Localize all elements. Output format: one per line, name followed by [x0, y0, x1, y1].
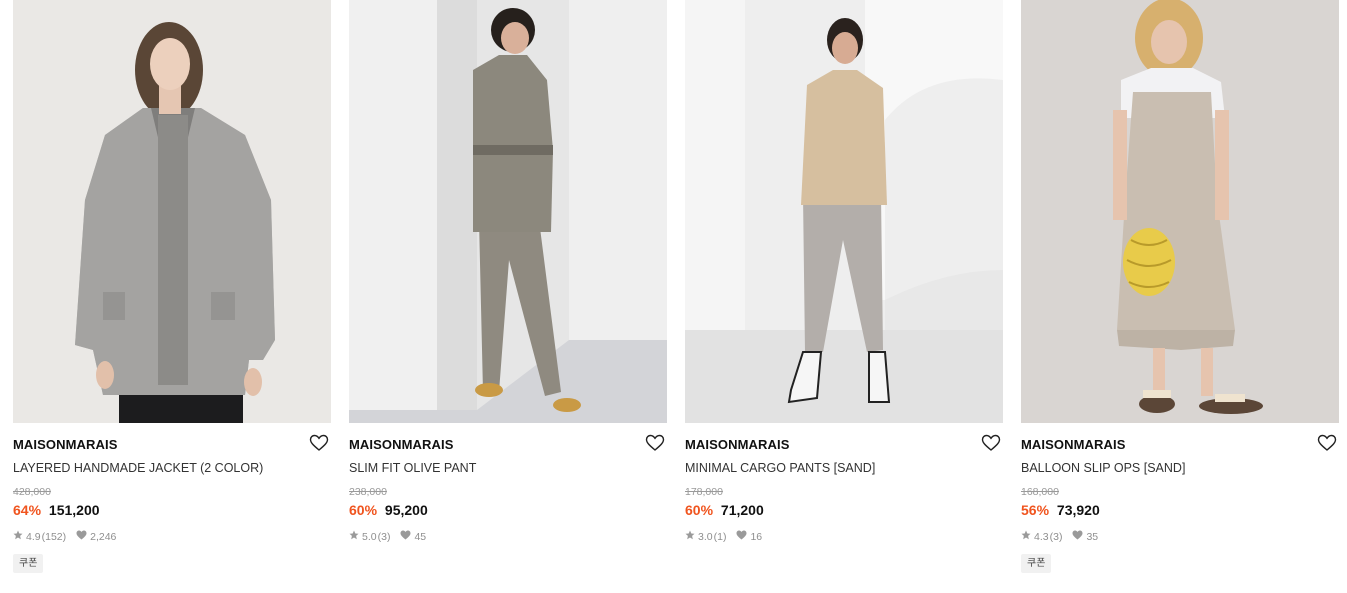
product-image[interactable]	[685, 0, 1003, 423]
brand-name[interactable]: MAISONMARAIS	[349, 437, 453, 452]
price-row: 56% 73,920	[1021, 502, 1100, 518]
price-row: 64% 151,200	[13, 502, 100, 518]
product-stats: 3.0 (1) 16	[685, 530, 762, 543]
product-stats: 5.0 (3) 45	[349, 530, 426, 543]
heart-filled-icon	[736, 530, 747, 543]
product-card[interactable]: MAISONMARAIS SLIM FIT OLIVE PANT 238,000…	[349, 0, 667, 593]
coupon-badge: 쿠폰	[13, 554, 44, 573]
sale-price: 71,200	[720, 502, 764, 518]
star-icon	[349, 530, 359, 543]
discount-rate: 56%	[1021, 502, 1050, 518]
heart-icon[interactable]	[309, 434, 329, 452]
original-price: 428,000	[13, 486, 51, 498]
heart-icon[interactable]	[645, 434, 665, 452]
product-stats: 4.9 (152) 2,246	[13, 530, 116, 543]
review-count: (3)	[377, 530, 391, 543]
brand-name[interactable]: MAISONMARAIS	[685, 437, 789, 452]
star-icon	[13, 530, 23, 543]
coupon-badge: 쿠폰	[1021, 554, 1052, 573]
product-card[interactable]: MAISONMARAIS BALLOON SLIP OPS [SAND] 168…	[1021, 0, 1339, 593]
original-price: 168,000	[1021, 486, 1059, 498]
review-count: (152)	[41, 530, 67, 543]
heart-icon[interactable]	[1317, 434, 1337, 452]
price-row: 60% 95,200	[349, 502, 428, 518]
product-name[interactable]: SLIM FIT OLIVE PANT	[349, 461, 476, 475]
heart-filled-icon	[400, 530, 411, 543]
heart-filled-icon	[76, 530, 87, 543]
brand-name[interactable]: MAISONMARAIS	[13, 437, 117, 452]
product-card[interactable]: MAISONMARAIS MINIMAL CARGO PANTS [SAND] …	[685, 0, 1003, 593]
heart-icon[interactable]	[981, 434, 1001, 452]
product-grid: MAISONMARAIS LAYERED HANDMADE JACKET (2 …	[0, 0, 1347, 593]
like-count: 45	[414, 530, 427, 543]
product-name[interactable]: BALLOON SLIP OPS [SAND]	[1021, 461, 1185, 475]
original-price: 178,000	[685, 486, 723, 498]
discount-rate: 64%	[13, 502, 42, 518]
rating-value: 5.0	[362, 530, 377, 543]
rating-value: 4.3	[1034, 530, 1049, 543]
sale-price: 151,200	[48, 502, 100, 518]
rating-value: 3.0	[698, 530, 713, 543]
review-count: (3)	[1049, 530, 1063, 543]
heart-filled-icon	[1072, 530, 1083, 543]
star-icon	[685, 530, 695, 543]
discount-rate: 60%	[685, 502, 714, 518]
product-name[interactable]: MINIMAL CARGO PANTS [SAND]	[685, 461, 875, 475]
rating-value: 4.9	[26, 530, 41, 543]
star-icon	[1021, 530, 1031, 543]
product-name[interactable]: LAYERED HANDMADE JACKET (2 COLOR)	[13, 461, 263, 475]
price-row: 60% 71,200	[685, 502, 764, 518]
discount-rate: 60%	[349, 502, 378, 518]
like-count: 35	[1086, 530, 1099, 543]
like-count: 2,246	[90, 530, 117, 543]
review-count: (1)	[713, 530, 727, 543]
sale-price: 73,920	[1056, 502, 1100, 518]
brand-name[interactable]: MAISONMARAIS	[1021, 437, 1125, 452]
product-image[interactable]	[1021, 0, 1339, 423]
product-image[interactable]	[349, 0, 667, 423]
product-card[interactable]: MAISONMARAIS LAYERED HANDMADE JACKET (2 …	[13, 0, 331, 593]
product-image[interactable]	[13, 0, 331, 423]
sale-price: 95,200	[384, 502, 428, 518]
original-price: 238,000	[349, 486, 387, 498]
product-stats: 4.3 (3) 35	[1021, 530, 1098, 543]
like-count: 16	[750, 530, 763, 543]
